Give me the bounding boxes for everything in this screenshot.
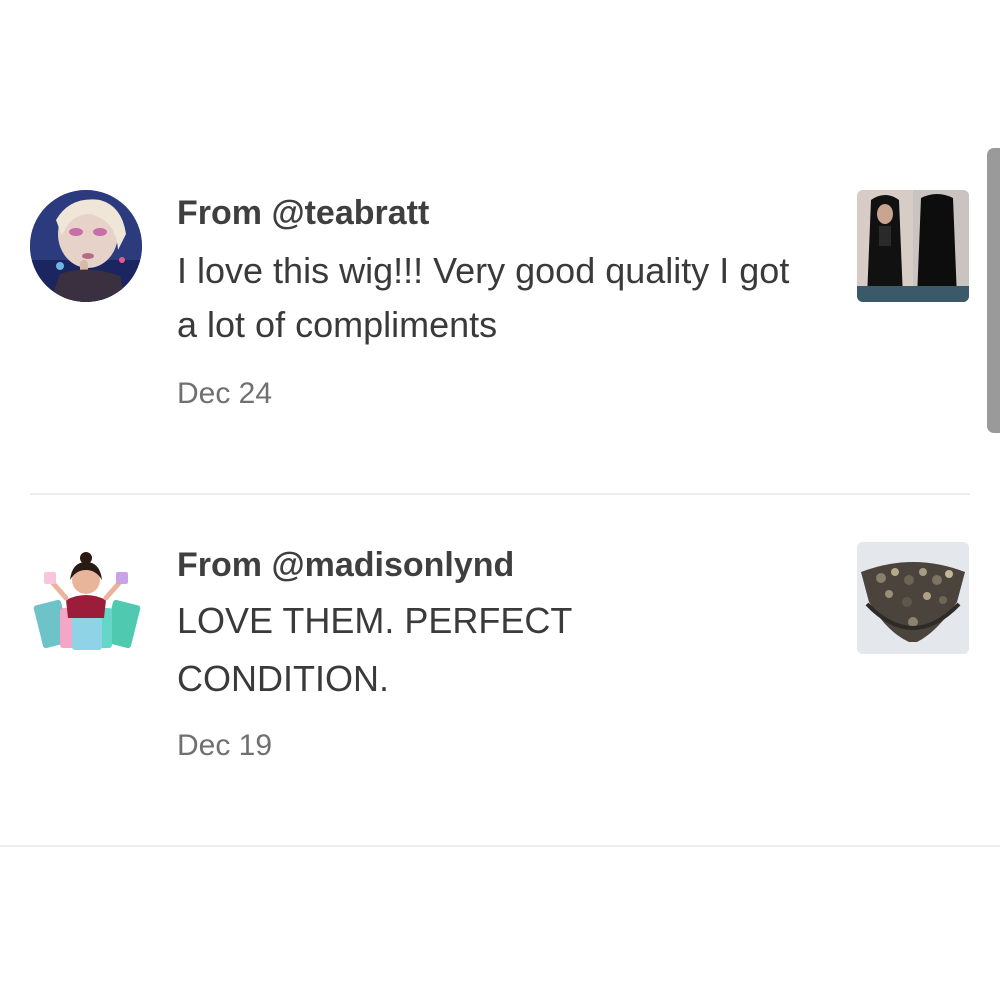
wig-photo <box>857 190 969 302</box>
reviews-screen: From @teabratt I love this wig!!! Very g… <box>0 0 1000 1000</box>
review-date: Dec 19 <box>177 729 273 762</box>
divider <box>30 493 970 495</box>
avatar-photo <box>30 190 142 302</box>
review-text: I love this wig!!! Very good quality I g… <box>177 250 790 345</box>
review-date: Dec 24 <box>177 377 273 410</box>
avatar-bitmoji <box>33 552 141 650</box>
lingerie-photo <box>857 542 969 654</box>
item-thumbnail[interactable] <box>857 542 969 654</box>
review-text: LOVE THEM. PERFECT CONDITION. <box>177 600 572 699</box>
reviewer-avatar[interactable] <box>30 190 142 302</box>
reviewer-avatar[interactable] <box>30 542 142 654</box>
review-author[interactable]: From @madisonlynd <box>177 540 817 590</box>
review-author[interactable]: From @teabratt <box>177 188 817 238</box>
review-body: From @madisonlynd LOVE THEM. PERFECT CON… <box>177 540 817 766</box>
scrollbar[interactable] <box>987 148 1000 433</box>
item-thumbnail[interactable] <box>857 190 969 302</box>
divider <box>0 845 1000 847</box>
review-body: From @teabratt I love this wig!!! Very g… <box>177 188 817 414</box>
